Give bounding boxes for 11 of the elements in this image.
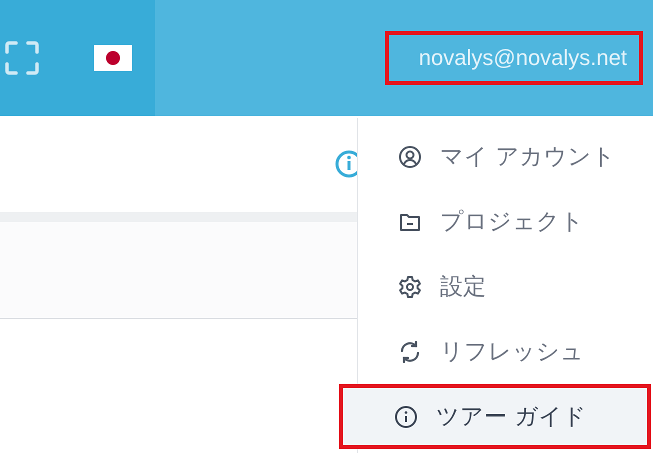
menu-item[interactable]: プロジェクト [358,189,651,254]
menu-item[interactable]: ツアー ガイド [339,384,651,449]
menu-item[interactable]: マイ アカウント [358,124,651,189]
refresh-icon [398,340,422,364]
info-icon [394,404,418,428]
user-circle-icon [398,144,422,168]
menu-item[interactable]: リフレッシュ [358,319,651,384]
fullscreen-icon[interactable] [5,41,39,75]
gear-icon [398,274,422,298]
flag-icon[interactable] [94,45,132,71]
menu-item[interactable]: 設定 [358,254,651,319]
